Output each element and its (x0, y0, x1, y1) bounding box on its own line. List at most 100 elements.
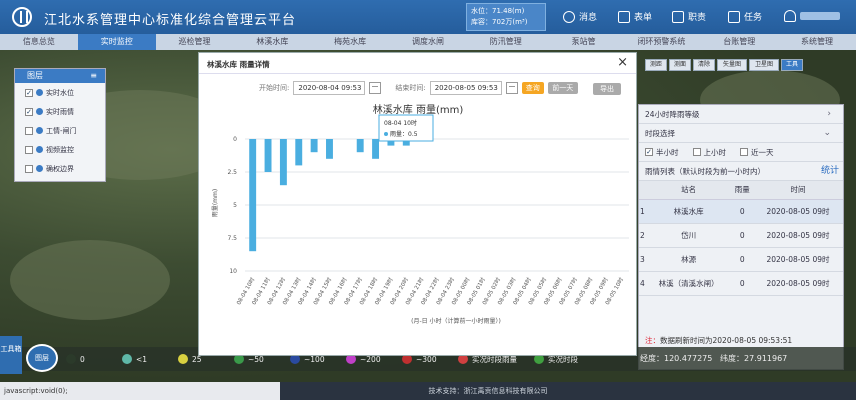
tab-flood[interactable]: 防汛管理 (467, 34, 545, 50)
layer-checkbox[interactable]: ✓ (25, 88, 33, 97)
note-prefix: 注： (645, 336, 660, 345)
measure-area-button[interactable]: 测面 (669, 59, 691, 71)
bar[interactable] (326, 139, 333, 159)
bar[interactable] (310, 139, 318, 153)
option-last-day[interactable]: 近一天 (740, 143, 774, 162)
option-checkbox[interactable] (740, 148, 748, 156)
chart-y-axis-label: 雨量(mm) (212, 189, 219, 217)
lat-value: 27.911967 (744, 354, 788, 363)
period-options: ✓ 半小时 上小时 近一天 (639, 143, 843, 162)
bar[interactable] (295, 139, 303, 166)
tab-linxi-reservoir[interactable]: 林溪水库 (233, 34, 311, 50)
tooltip-label-text: 雨量： (390, 131, 408, 138)
chart-tooltip: 08-04 10时 雨量：0.5 (378, 114, 434, 142)
rain-table: 站名 雨量 时间 1 林溪水库 0 2020-08-05 09时 2 岱川 0 2020-08-… (639, 181, 843, 296)
task-button[interactable]: 任务 (728, 10, 762, 23)
satellite-map-button[interactable]: 卫星图 (749, 59, 779, 71)
bar[interactable] (249, 139, 257, 252)
table-row[interactable]: 1 林溪水库 0 2020-08-05 09时 (639, 199, 843, 224)
layer-panel-title[interactable]: 图层 (15, 69, 105, 83)
water-level-box: 水位：71.48(m) 库容：702万(m³) (466, 3, 546, 31)
bar[interactable] (264, 139, 272, 172)
duty-button[interactable]: 职责 (672, 10, 706, 23)
rain-level-row[interactable]: 24小时降雨等级 › (639, 105, 843, 124)
map-toolbar: 测距 测面 清除 矢量图 卫星图 工具 (645, 59, 803, 71)
bar[interactable] (356, 139, 364, 153)
layer-item[interactable]: 工情-闸门 (15, 121, 105, 140)
y-tick-label: 10 (229, 268, 237, 275)
tools-button[interactable]: 工具 (781, 59, 803, 71)
tab-warning[interactable]: 闭环预警系统 (623, 34, 701, 50)
legend-label: 0 (80, 354, 85, 364)
legend-swatch (122, 354, 132, 364)
main-nav: 信息总览 实时监控 巡检管理 林溪水库 梅苑水库 调度水闸 防汛管理 泵站管 闭… (0, 34, 856, 50)
tooltip-marker (384, 132, 388, 136)
y-tick-label: 0 (233, 136, 237, 143)
clear-button[interactable]: 清除 (693, 59, 715, 71)
layer-checkbox[interactable]: ✓ (25, 107, 33, 116)
legend-item: 0 (66, 354, 122, 364)
vector-map-button[interactable]: 矢量图 (717, 59, 747, 71)
tab-system[interactable]: 系统管理 (778, 34, 856, 50)
tab-ledger[interactable]: 台账管理 (700, 34, 778, 50)
layer-item[interactable]: ✓ 实时雨情 (15, 102, 105, 121)
task-label: 任务 (744, 13, 763, 23)
option-half-hour[interactable]: ✓ 半小时 (645, 143, 679, 162)
form-button[interactable]: 表单 (618, 10, 652, 23)
layer-label: 确权边界 (46, 164, 74, 173)
rain-bar-chart: 林溪水库 雨量(mm) 雨量(mm) (月-日 小时（计算前一小时雨量）) 0 2… (212, 103, 629, 325)
table-header: 站名 雨量 时间 (639, 181, 843, 200)
tab-inspection[interactable]: 巡检管理 (156, 34, 234, 50)
row-station: 林溪水库 (645, 199, 732, 224)
row-index: 3 (639, 247, 646, 272)
layer-item[interactable]: 确权边界 (15, 159, 105, 178)
task-icon (728, 10, 740, 23)
layer-toggle-button[interactable]: 图层 (26, 344, 58, 372)
message-button[interactable]: 消息 (563, 10, 597, 23)
tab-realtime-monitor[interactable]: 实时监控 (77, 34, 156, 50)
layer-checkbox[interactable] (25, 145, 33, 154)
tab-overview[interactable]: 信息总览 (0, 34, 78, 50)
level-value: 71.48(m) (492, 7, 525, 15)
legend-label: <1 (136, 354, 148, 364)
table-row[interactable]: 2 岱川 0 2020-08-05 09时 (639, 223, 843, 248)
option-checkbox[interactable] (692, 148, 701, 156)
col-time: 时间 (752, 181, 843, 200)
user-icon (784, 10, 796, 22)
lon-label: 经度： (640, 354, 664, 363)
table-row[interactable]: 4 林溪（清溪水闸） 0 2020-08-05 09时 (639, 271, 843, 296)
bar[interactable] (372, 139, 380, 159)
layer-checkbox[interactable] (25, 126, 33, 135)
layer-item[interactable]: 视频监控 (15, 140, 105, 159)
tab-sluice[interactable]: 调度水闸 (389, 34, 467, 50)
row-time: 2020-08-05 09时 (752, 271, 843, 296)
rain-list-title-text: 雨情列表（默认时段为前一小时内） (645, 167, 765, 176)
layer-item[interactable]: ✓ 实时水位 (15, 83, 105, 102)
option-last-hour[interactable]: 上小时 (692, 143, 726, 162)
row-station: 林溪（清溪水闸） (645, 271, 732, 296)
period-select-row[interactable]: 时段选择 ⌄ (639, 124, 843, 143)
map-coordinates: 经度：120.477275 纬度：27.911967 (640, 353, 787, 364)
stats-link[interactable]: 统计 (821, 162, 839, 181)
user-name (800, 12, 840, 20)
row-time: 2020-08-05 09时 (752, 223, 843, 248)
option-label: 半小时 (656, 147, 679, 157)
bar[interactable] (279, 139, 287, 186)
tab-pump[interactable]: 泵站管 (545, 34, 623, 50)
measure-distance-button[interactable]: 测距 (645, 59, 667, 71)
form-label: 表单 (634, 13, 653, 23)
refresh-note: 注：数据刷新时间为2020-08-05 09:53:51 (645, 335, 792, 346)
option-checkbox[interactable]: ✓ (645, 148, 653, 156)
row-index: 1 (639, 199, 646, 224)
toolbox-button[interactable]: 工具箱 (0, 336, 22, 374)
layer-checkbox[interactable] (25, 164, 33, 173)
table-row[interactable]: 3 林源 0 2020-08-05 09时 (639, 247, 843, 272)
row-rain: 0 (731, 199, 753, 224)
layer-label: 视频监控 (46, 145, 74, 154)
user-menu[interactable] (784, 10, 840, 22)
col-station: 站名 (645, 181, 732, 200)
lon-value: 120.477275 (664, 354, 713, 363)
row-time: 2020-08-05 09时 (752, 199, 843, 224)
tab-meiyuan-reservoir[interactable]: 梅苑水库 (311, 34, 389, 50)
message-label: 消息 (579, 13, 598, 23)
